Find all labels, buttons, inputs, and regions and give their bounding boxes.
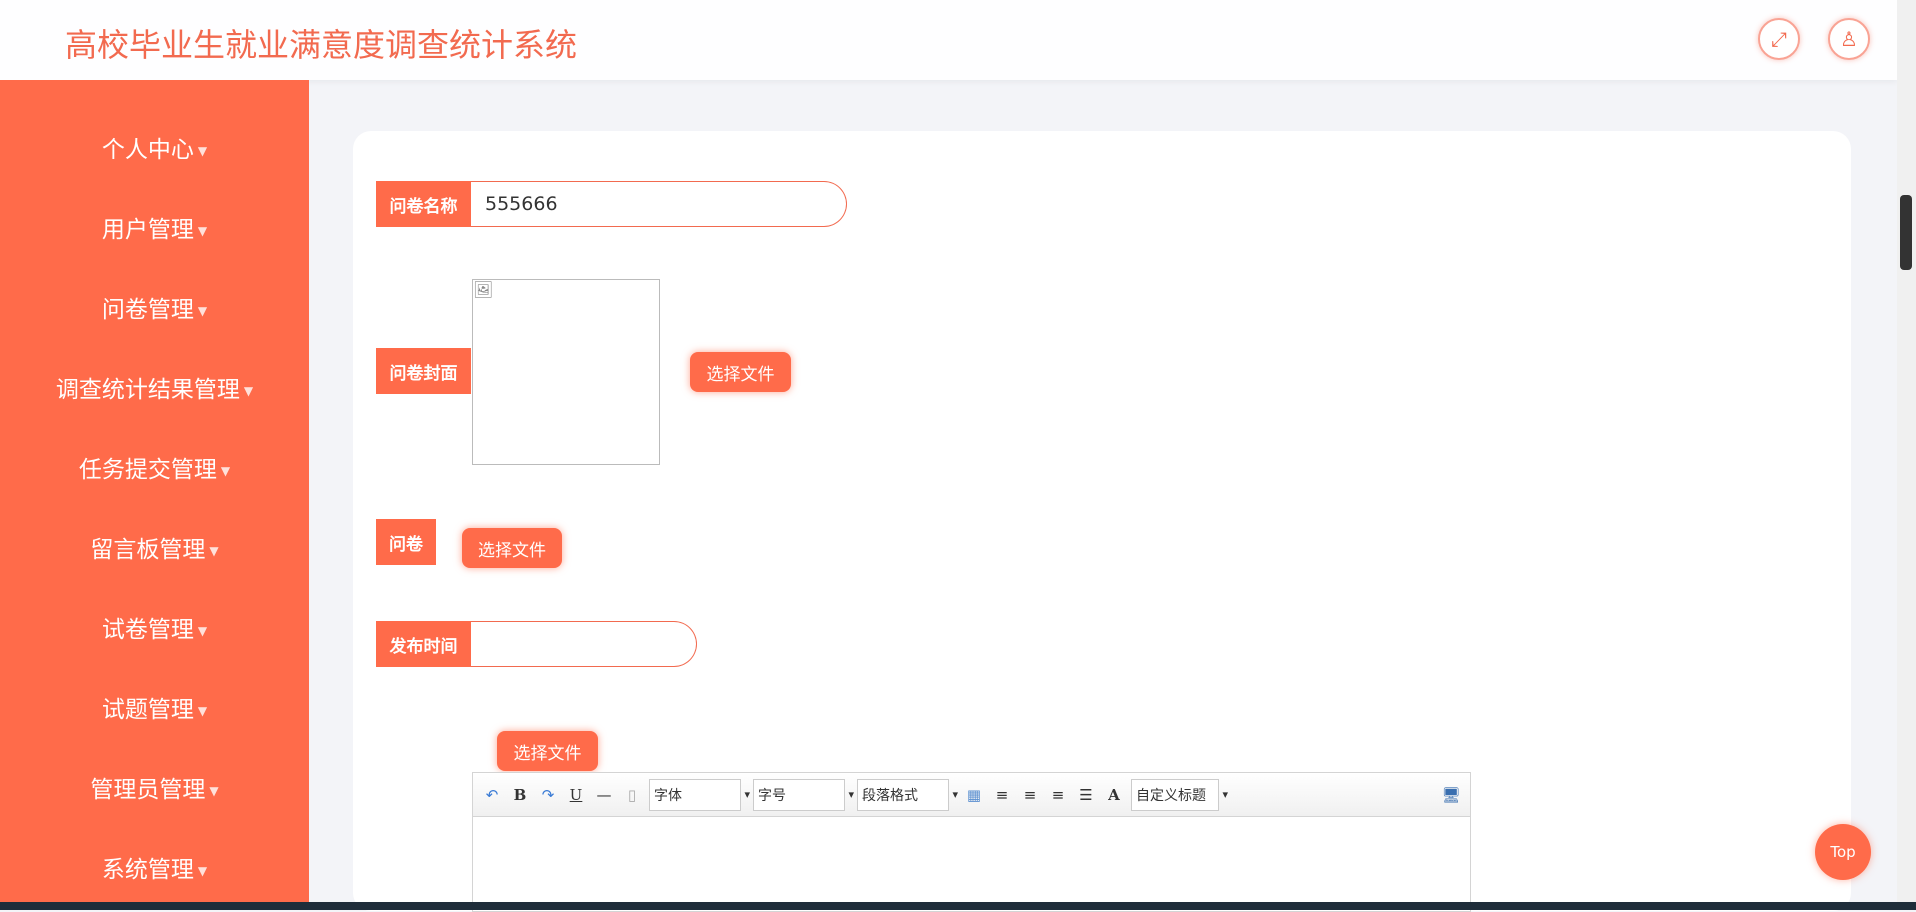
- font-size-select[interactable]: 字号: [753, 778, 854, 811]
- font-size-select-value: 字号: [758, 787, 786, 804]
- table-icon[interactable]: ▦: [963, 786, 985, 804]
- name-label: 问卷名称: [376, 181, 471, 227]
- caret-down-icon: ▼: [197, 703, 208, 718]
- redo-icon[interactable]: ↷: [537, 786, 559, 804]
- file-label: 问卷: [376, 519, 436, 565]
- sidebar-item-label: 试题管理: [101, 697, 194, 723]
- font-color-button[interactable]: A: [1103, 786, 1125, 804]
- caret-down-icon: ▼: [197, 143, 208, 158]
- user-icon: ♙: [1840, 27, 1858, 51]
- sidebar-item-label: 留言板管理: [90, 537, 206, 563]
- blank-page-icon[interactable]: ▯: [621, 786, 643, 804]
- cover-image-preview: 🖼: [472, 279, 660, 465]
- expand-icon: ⤢: [1771, 27, 1787, 51]
- align-left-icon[interactable]: ≡: [991, 786, 1013, 804]
- paragraph-select[interactable]: 段落格式: [857, 778, 958, 811]
- caret-down-icon: ▼: [197, 863, 208, 878]
- caret-down-icon: ▼: [243, 383, 254, 398]
- sidebar: 个人中心 ▼ 用户管理 ▼ 问卷管理 ▼ 调查统计结果管理 ▼ 任务提交管理 ▼ 留言板管…: [0, 80, 309, 902]
- sidebar-item-label: 管理员管理: [90, 777, 206, 803]
- caret-down-icon: ▼: [197, 623, 208, 638]
- sidebar-item-system[interactable]: 系统管理 ▼: [0, 850, 309, 884]
- sidebar-item-message-board[interactable]: 留言板管理 ▼: [0, 530, 309, 564]
- app-title: 高校毕业生就业满意度调查统计系统: [65, 26, 578, 64]
- sidebar-item-questions[interactable]: 试题管理 ▼: [0, 690, 309, 724]
- underline-button[interactable]: U: [565, 786, 587, 804]
- header: 高校毕业生就业满意度调查统计系统 ⤢ ♙: [0, 0, 1897, 80]
- paragraph-select-value: 段落格式: [862, 787, 918, 804]
- font-select[interactable]: 字体: [649, 778, 750, 811]
- sidebar-item-label: 问卷管理: [101, 297, 194, 323]
- sidebar-item-label: 系统管理: [101, 857, 194, 883]
- sidebar-item-questionnaires[interactable]: 问卷管理 ▼: [0, 290, 309, 324]
- editor-toolbar: ↶ B ↷ U — ▯ 字体 字号 段落格式 ▦ ≡ ≡ ≡ ☰ A 自定义标题…: [473, 773, 1470, 817]
- sidebar-item-label: 用户管理: [101, 217, 194, 243]
- file-choose-file-button[interactable]: 选择文件: [462, 528, 562, 568]
- broken-image-icon: 🖼: [473, 280, 494, 299]
- align-right-icon[interactable]: ≡: [1019, 786, 1041, 804]
- publish-time-input[interactable]: [471, 621, 697, 667]
- content-choose-file-button[interactable]: 选择文件: [497, 731, 598, 771]
- user-button[interactable]: ♙: [1828, 18, 1870, 60]
- taskbar: [0, 902, 1916, 910]
- name-input[interactable]: [471, 181, 847, 227]
- sidebar-item-label: 个人中心: [101, 137, 194, 163]
- caret-down-icon: ▼: [209, 543, 219, 558]
- sidebar-item-papers[interactable]: 试卷管理 ▼: [0, 610, 309, 644]
- scrollbar[interactable]: [1897, 0, 1916, 902]
- sidebar-item-task-submissions[interactable]: 任务提交管理 ▼: [0, 450, 309, 484]
- custom-title-select-value: 自定义标题: [1136, 787, 1206, 804]
- sidebar-item-label: 调查统计结果管理: [55, 377, 240, 403]
- font-select-value: 字体: [654, 787, 682, 804]
- scrollbar-thumb[interactable]: [1900, 195, 1912, 270]
- preview-icon[interactable]: 🖥: [1440, 786, 1462, 804]
- sidebar-item-personal-center[interactable]: 个人中心 ▼: [0, 130, 309, 164]
- caret-down-icon: ▼: [197, 303, 208, 318]
- sidebar-item-survey-results[interactable]: 调查统计结果管理 ▼: [0, 370, 309, 404]
- caret-down-icon: ▼: [197, 223, 208, 238]
- sidebar-item-label: 试卷管理: [101, 617, 194, 643]
- undo-icon[interactable]: ↶: [481, 786, 503, 804]
- bold-button[interactable]: B: [509, 786, 531, 804]
- fullscreen-button[interactable]: ⤢: [1758, 18, 1800, 60]
- align-justify-icon[interactable]: ☰: [1075, 786, 1097, 804]
- horizontal-rule-icon[interactable]: —: [593, 786, 615, 804]
- sidebar-item-users[interactable]: 用户管理 ▼: [0, 210, 309, 244]
- back-to-top-button[interactable]: Top: [1815, 824, 1871, 880]
- cover-label: 问卷封面: [376, 348, 471, 394]
- rich-text-editor[interactable]: ↶ B ↷ U — ▯ 字体 字号 段落格式 ▦ ≡ ≡ ≡ ☰ A 自定义标题…: [472, 772, 1471, 912]
- sidebar-item-label: 任务提交管理: [78, 457, 217, 483]
- sidebar-item-admins[interactable]: 管理员管理 ▼: [0, 770, 309, 804]
- cover-choose-file-button[interactable]: 选择文件: [690, 352, 791, 392]
- custom-title-select[interactable]: 自定义标题: [1131, 778, 1228, 811]
- caret-down-icon: ▼: [220, 463, 231, 478]
- publish-time-label: 发布时间: [376, 621, 471, 667]
- align-center-icon[interactable]: ≡: [1047, 786, 1069, 804]
- caret-down-icon: ▼: [209, 783, 219, 798]
